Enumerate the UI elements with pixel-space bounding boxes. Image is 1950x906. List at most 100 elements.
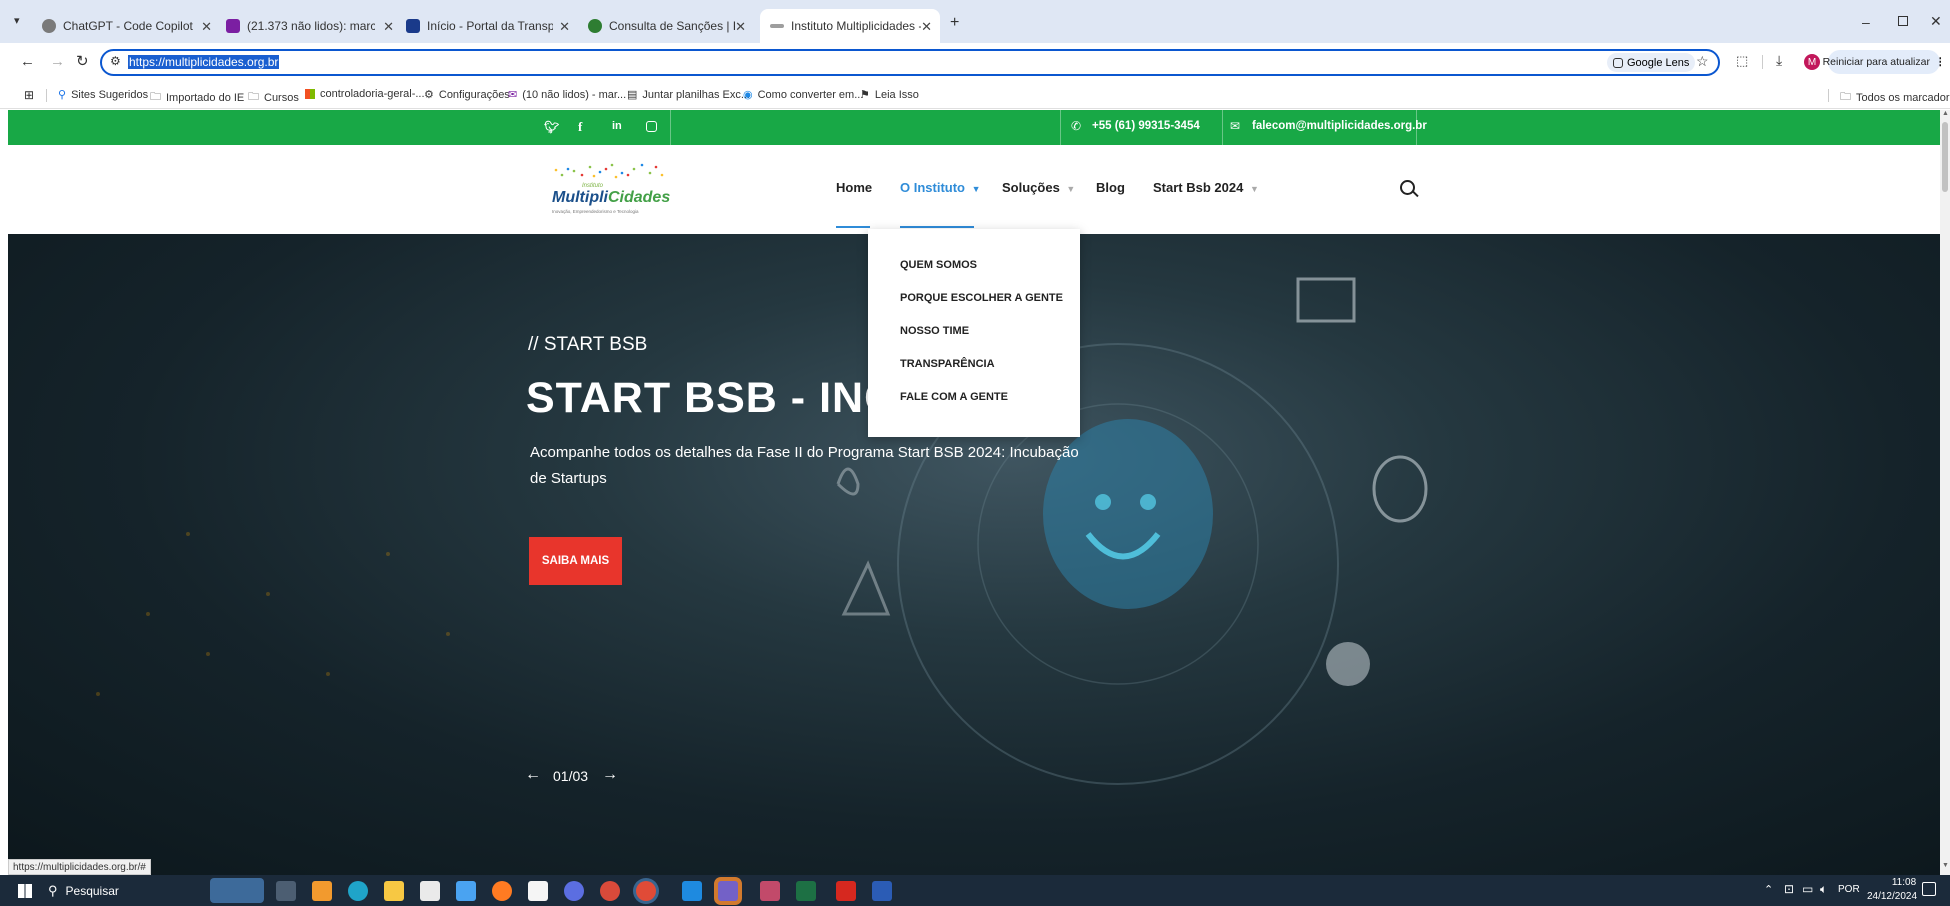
tab-strip: ▾ ChatGPT - Code Copilot ✕ (21.373 não l… bbox=[0, 0, 1950, 43]
bookmark-item[interactable]: 🗀 Cursos bbox=[248, 88, 299, 107]
vscode-icon[interactable] bbox=[682, 881, 702, 901]
back-icon[interactable]: ← bbox=[20, 53, 35, 70]
bookmark-item[interactable]: ⚙ Configurações bbox=[424, 88, 510, 102]
portal-favicon-icon bbox=[406, 19, 420, 33]
close-tab-icon[interactable]: ✕ bbox=[201, 19, 212, 35]
address-bar[interactable]: ⚙ https://multiplicidades.org.br Google … bbox=[100, 49, 1720, 76]
slider-prev-icon[interactable]: ← bbox=[525, 766, 541, 784]
notification-icon[interactable] bbox=[1922, 882, 1936, 896]
network-icon[interactable]: ⊡ bbox=[1784, 882, 1794, 896]
twitter-icon[interactable]: 🐦︎ bbox=[544, 120, 559, 134]
bookmark-item[interactable]: ◉ Como converter em... bbox=[743, 88, 863, 102]
chrome-active-icon[interactable] bbox=[636, 881, 656, 901]
close-tab-icon[interactable]: ✕ bbox=[921, 19, 932, 35]
hero-title: START BSB - INC bbox=[526, 374, 897, 422]
slider-next-icon[interactable]: → bbox=[602, 766, 618, 784]
close-tab-icon[interactable]: ✕ bbox=[383, 19, 394, 35]
forward-icon[interactable]: → bbox=[50, 53, 65, 70]
language-indicator[interactable]: POR bbox=[1838, 884, 1860, 895]
menu-item-quem-somos[interactable]: QUEM SOMOS bbox=[900, 259, 977, 271]
acrobat-icon[interactable] bbox=[836, 881, 856, 901]
saiba-mais-button[interactable]: SAIBA MAIS bbox=[529, 537, 622, 585]
tab-gmail[interactable]: (21.373 não lidos): marcoscpr@ ✕ bbox=[226, 9, 402, 43]
divider bbox=[1828, 89, 1829, 102]
bookmark-item[interactable]: ✉ (10 não lidos) - mar... bbox=[508, 88, 626, 102]
edge-icon[interactable] bbox=[348, 881, 368, 901]
app-two-icon[interactable] bbox=[760, 881, 780, 901]
email-link[interactable]: falecom@multiplicidades.org.br bbox=[1252, 120, 1427, 132]
tab-chatgpt[interactable]: ChatGPT - Code Copilot ✕ bbox=[42, 9, 220, 43]
nav-blog[interactable]: Blog bbox=[1096, 180, 1125, 195]
menu-item-porque-escolher[interactable]: PORQUE ESCOLHER A GENTE bbox=[900, 292, 1063, 304]
google-lens-button[interactable]: Google Lens bbox=[1607, 53, 1696, 72]
scroll-down-icon[interactable]: ▼ bbox=[1942, 862, 1949, 869]
menu-item-nosso-time[interactable]: NOSSO TIME bbox=[900, 325, 969, 337]
bookmark-star-icon[interactable]: ☆ bbox=[1696, 53, 1709, 70]
bookmark-item[interactable]: ⚲ Sites Sugeridos bbox=[58, 88, 148, 102]
teams-badge-icon[interactable] bbox=[718, 881, 738, 901]
store-icon[interactable] bbox=[420, 881, 440, 901]
scroll-up-icon[interactable]: ▲ bbox=[1942, 110, 1949, 117]
close-window-icon[interactable]: ✕ bbox=[1930, 13, 1942, 30]
avatar[interactable]: M bbox=[1804, 54, 1820, 70]
taskbar-search-label: Pesquisar bbox=[65, 883, 119, 898]
volume-icon[interactable]: 🔈︎ bbox=[1820, 882, 1827, 897]
instagram-icon[interactable] bbox=[646, 121, 657, 132]
tray-chevron-icon[interactable]: ⌃ bbox=[1764, 883, 1773, 896]
more-icon: ⋮ bbox=[1934, 56, 1946, 68]
notepad-icon[interactable] bbox=[528, 881, 548, 901]
restore-icon[interactable] bbox=[1898, 16, 1908, 26]
status-url: https://multiplicidades.org.br/# bbox=[8, 859, 151, 875]
tab-search-icon[interactable]: ▾ bbox=[14, 14, 20, 27]
nav-o-instituto[interactable]: O Instituto ▼ bbox=[900, 180, 981, 195]
new-tab-button[interactable]: + bbox=[950, 14, 959, 32]
menu-item-fale-com-a-gente[interactable]: FALE COM A GENTE bbox=[900, 391, 1008, 403]
nav-solucoes[interactable]: Soluções ▼ bbox=[1002, 180, 1075, 195]
apps-icon[interactable]: ⊞ bbox=[24, 88, 34, 102]
widgets-icon[interactable] bbox=[210, 878, 264, 903]
taskbar-search-box[interactable]: ⚲ Pesquisar bbox=[48, 879, 208, 902]
tab-consulta-sancoes[interactable]: Consulta de Sanções | Portal da ✕ bbox=[588, 9, 754, 43]
excel-icon[interactable] bbox=[796, 881, 816, 901]
page-scrollbar[interactable]: ▲ ▼ bbox=[1940, 110, 1950, 875]
phone-number[interactable]: +55 (61) 99315-3454 bbox=[1092, 120, 1200, 132]
close-tab-icon[interactable]: ✕ bbox=[735, 19, 746, 35]
site-info-icon[interactable]: ⚙ bbox=[110, 54, 121, 68]
file-explorer-icon[interactable] bbox=[384, 881, 404, 901]
update-button[interactable]: Reiniciar para atualizar ⋮ bbox=[1823, 50, 1945, 74]
scrollbar-thumb[interactable] bbox=[1942, 122, 1948, 192]
instituto-dropdown-menu: QUEM SOMOS PORQUE ESCOLHER A GENTE NOSSO… bbox=[868, 229, 1080, 437]
menu-item-transparencia[interactable]: TRANSPARÊNCIA bbox=[900, 358, 995, 370]
facebook-icon[interactable]: f bbox=[578, 119, 582, 135]
mail-icon[interactable] bbox=[456, 881, 476, 901]
tab-portal-transparencia[interactable]: Início - Portal da Transparência ✕ bbox=[406, 9, 578, 43]
clock-date[interactable]: 24/12/2024 bbox=[1862, 891, 1922, 902]
download-icon[interactable]: ⤓ bbox=[1776, 52, 1782, 69]
close-tab-icon[interactable]: ✕ bbox=[559, 19, 570, 35]
site-logo[interactable]: Instituto MultipliCidades Inovação, Empr… bbox=[542, 161, 670, 219]
reload-icon[interactable]: ↻ bbox=[76, 52, 89, 70]
linkedin-icon[interactable]: in bbox=[612, 120, 622, 132]
chrome-icon[interactable] bbox=[600, 881, 620, 901]
logo-name: MultipliCidades bbox=[552, 189, 670, 207]
bookmark-item[interactable]: controladoria-geral-... bbox=[305, 88, 425, 100]
firefox-icon[interactable] bbox=[492, 881, 512, 901]
nav-home[interactable]: Home bbox=[836, 180, 872, 195]
teams-icon[interactable] bbox=[312, 881, 332, 901]
url-text[interactable]: https://multiplicidades.org.br bbox=[128, 55, 280, 69]
word-icon[interactable] bbox=[872, 881, 892, 901]
windows-start-icon[interactable] bbox=[18, 884, 32, 898]
task-view-icon[interactable] bbox=[276, 881, 296, 901]
app-icon[interactable] bbox=[564, 881, 584, 901]
all-bookmarks[interactable]: 🗀 Todos os marcadores bbox=[1840, 88, 1950, 107]
bookmark-item[interactable]: ⚑ Leia Isso bbox=[860, 88, 919, 102]
gear-icon: ⚙ bbox=[424, 89, 434, 101]
bookmark-item[interactable]: 🗀 Importado do IE bbox=[150, 88, 244, 107]
tab-multiplicidades[interactable]: Instituto Multiplicidades - Inova ✕ bbox=[760, 9, 940, 43]
minimize-icon[interactable]: – bbox=[1862, 14, 1870, 30]
phone-icon: ✆ bbox=[1071, 119, 1082, 133]
display-icon[interactable]: ▭ bbox=[1802, 882, 1813, 896]
extensions-icon[interactable]: ⬚ bbox=[1736, 53, 1748, 69]
bookmark-item[interactable]: ▤ Juntar planilhas Exc... bbox=[627, 88, 750, 102]
nav-start-bsb[interactable]: Start Bsb 2024 ▼ bbox=[1153, 180, 1259, 195]
